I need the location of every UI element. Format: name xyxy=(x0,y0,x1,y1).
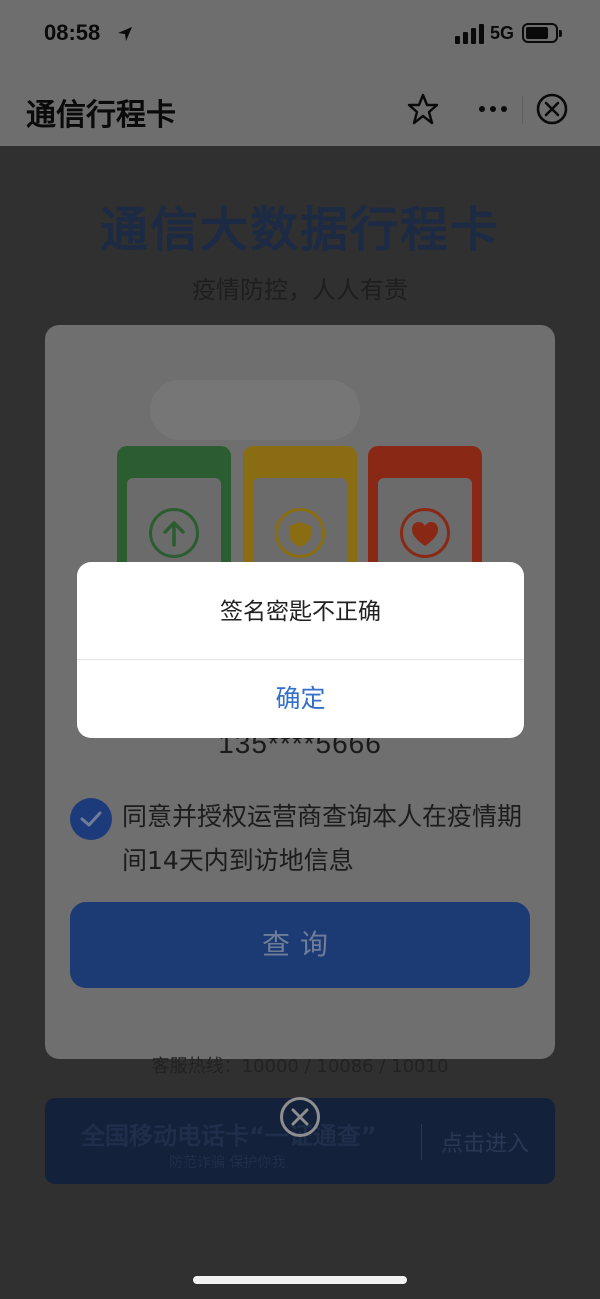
banner-title: 全国移动电话卡“一证通查” xyxy=(81,1122,377,1150)
location-arrow-icon xyxy=(118,27,132,41)
banner-divider xyxy=(421,1124,422,1160)
cloud-decoration xyxy=(150,380,360,440)
check-icon xyxy=(80,811,102,827)
banner-subtitle: 防范诈骗 保护你我 xyxy=(169,1155,286,1171)
agreement-text: 同意并授权运营商查询本人在疫情期间14天内到访地信息 xyxy=(122,802,523,875)
close-icon xyxy=(291,1108,309,1126)
confirm-button[interactable]: 确定 xyxy=(77,660,524,738)
status-bar: 08:58 5G xyxy=(0,0,600,70)
star-icon[interactable] xyxy=(406,92,440,126)
more-dots-icon[interactable] xyxy=(476,92,510,126)
network-type: 5G xyxy=(490,23,515,43)
page-title: 通信行程卡 xyxy=(26,98,176,133)
home-indicator xyxy=(193,1276,407,1284)
status-time: 08:58 xyxy=(44,20,101,45)
dialog-message: 签名密匙不正确 xyxy=(220,599,381,625)
shield-icon xyxy=(289,522,311,547)
agree-checkbox[interactable] xyxy=(70,798,112,840)
red-phone-illustration xyxy=(368,446,482,578)
nav-separator xyxy=(522,96,523,124)
nav-bar: 通信行程卡 xyxy=(0,70,600,146)
battery-icon xyxy=(522,23,562,43)
heart-icon xyxy=(412,522,438,546)
yellow-phone-illustration xyxy=(243,446,357,578)
hotline-text: 客服热线：10000 / 10086 / 10010 xyxy=(151,1056,449,1077)
signal-bars-icon xyxy=(455,24,485,44)
banner-enter-link[interactable]: 点击进入 xyxy=(441,1126,529,1158)
arrow-up-icon xyxy=(163,521,185,547)
query-button[interactable]: 查询 xyxy=(70,902,530,988)
banner-close-icon[interactable] xyxy=(280,1097,320,1137)
hero-title: 通信大数据行程卡 xyxy=(99,202,500,258)
hero-subtitle: 疫情防控，人人有责 xyxy=(192,276,408,304)
close-circle-icon[interactable] xyxy=(535,92,569,126)
alert-dialog: 签名密匙不正确 确定 xyxy=(77,562,524,738)
green-phone-illustration xyxy=(117,446,231,578)
